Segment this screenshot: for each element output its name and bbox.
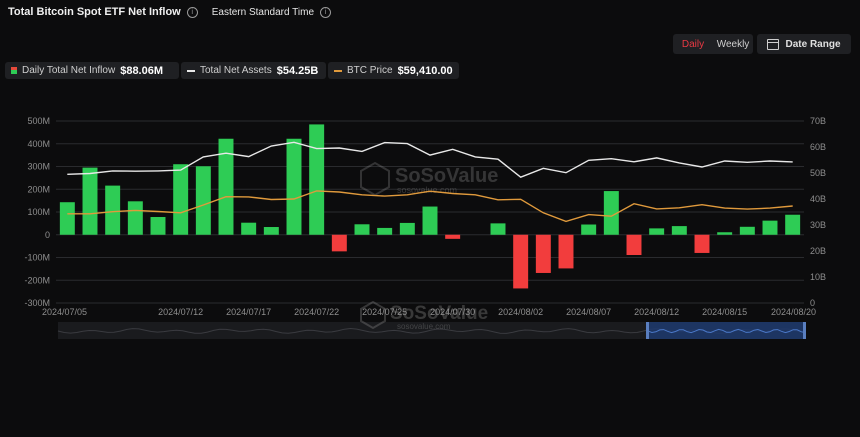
y-right-tick-label: 20B	[810, 246, 826, 256]
y-left-tick-label: 200M	[27, 184, 50, 194]
inflow-bar	[535, 234, 551, 273]
inflow-bar	[785, 214, 801, 235]
inflow-bar	[581, 224, 597, 235]
x-tick-label: 2024/08/12	[634, 307, 679, 317]
watermark-logo-icon	[360, 161, 390, 197]
y-left-tick-label: 400M	[27, 139, 50, 149]
y-right-tick-label: 30B	[810, 220, 826, 230]
y-right-tick-label: 60B	[810, 142, 826, 152]
inflow-bar	[173, 164, 189, 235]
y-left-tick-label: 0	[45, 230, 50, 240]
inflow-bar	[82, 167, 98, 235]
x-tick-label: 2024/07/22	[294, 307, 339, 317]
inflow-bar	[558, 234, 574, 269]
inflow-bar	[422, 206, 438, 235]
y-left-tick-label: 500M	[27, 116, 50, 126]
inflow-bar	[513, 234, 529, 289]
x-tick-label: 2024/08/07	[566, 307, 611, 317]
y-right-tick-label: 50B	[810, 168, 826, 178]
x-tick-label: 2024/07/05	[42, 307, 87, 317]
inflow-bar	[671, 226, 687, 235]
y-right-tick-label: 70B	[810, 116, 826, 126]
inflow-bar	[286, 138, 302, 235]
inflow-bar	[354, 224, 370, 235]
watermark: SoSoValuesosovalue.com	[360, 161, 498, 197]
inflow-bar	[127, 201, 143, 235]
navigator-selection	[648, 322, 805, 339]
inflow-bar	[739, 226, 755, 235]
inflow-bar	[399, 222, 415, 235]
inflow-bar	[694, 234, 710, 253]
inflow-bar	[331, 234, 347, 252]
inflow-bar	[377, 227, 393, 235]
inflow-bar	[150, 217, 166, 235]
inflow-bar	[490, 223, 506, 235]
navigator-handle-right[interactable]	[803, 322, 806, 339]
y-left-tick-label: 100M	[27, 207, 50, 217]
inflow-bar	[762, 220, 778, 235]
etf-flow-chart: 500M400M300M200M100M0-100M-200M-300M70B6…	[24, 116, 826, 339]
x-tick-label: 2024/07/12	[158, 307, 203, 317]
y-left-tick-label: -100M	[24, 253, 50, 263]
y-right-tick-label: 10B	[810, 272, 826, 282]
y-left-tick-label: -200M	[24, 275, 50, 285]
y-right-tick-label: 40B	[810, 194, 826, 204]
navigator-watermark-brand: SoSoValue	[390, 303, 488, 324]
inflow-bar	[59, 202, 75, 235]
inflow-bar	[309, 124, 325, 235]
y-left-tick-label: 300M	[27, 162, 50, 172]
x-tick-label: 2024/08/20	[771, 307, 816, 317]
inflow-bar	[195, 166, 211, 235]
inflow-bar	[445, 234, 461, 239]
x-tick-label: 2024/08/02	[498, 307, 543, 317]
navigator-handle-left[interactable]	[646, 322, 649, 339]
inflow-bar	[105, 185, 121, 235]
inflow-bar	[626, 234, 642, 255]
inflow-bar	[263, 227, 279, 235]
inflow-bar	[241, 222, 257, 235]
x-tick-label: 2024/08/15	[702, 307, 747, 317]
inflow-bar	[717, 232, 733, 235]
inflow-bar	[649, 228, 665, 235]
x-tick-label: 2024/07/17	[226, 307, 271, 317]
navigator-watermark-url: sosovalue.com	[397, 322, 451, 331]
watermark-brand: SoSoValue	[395, 165, 498, 187]
